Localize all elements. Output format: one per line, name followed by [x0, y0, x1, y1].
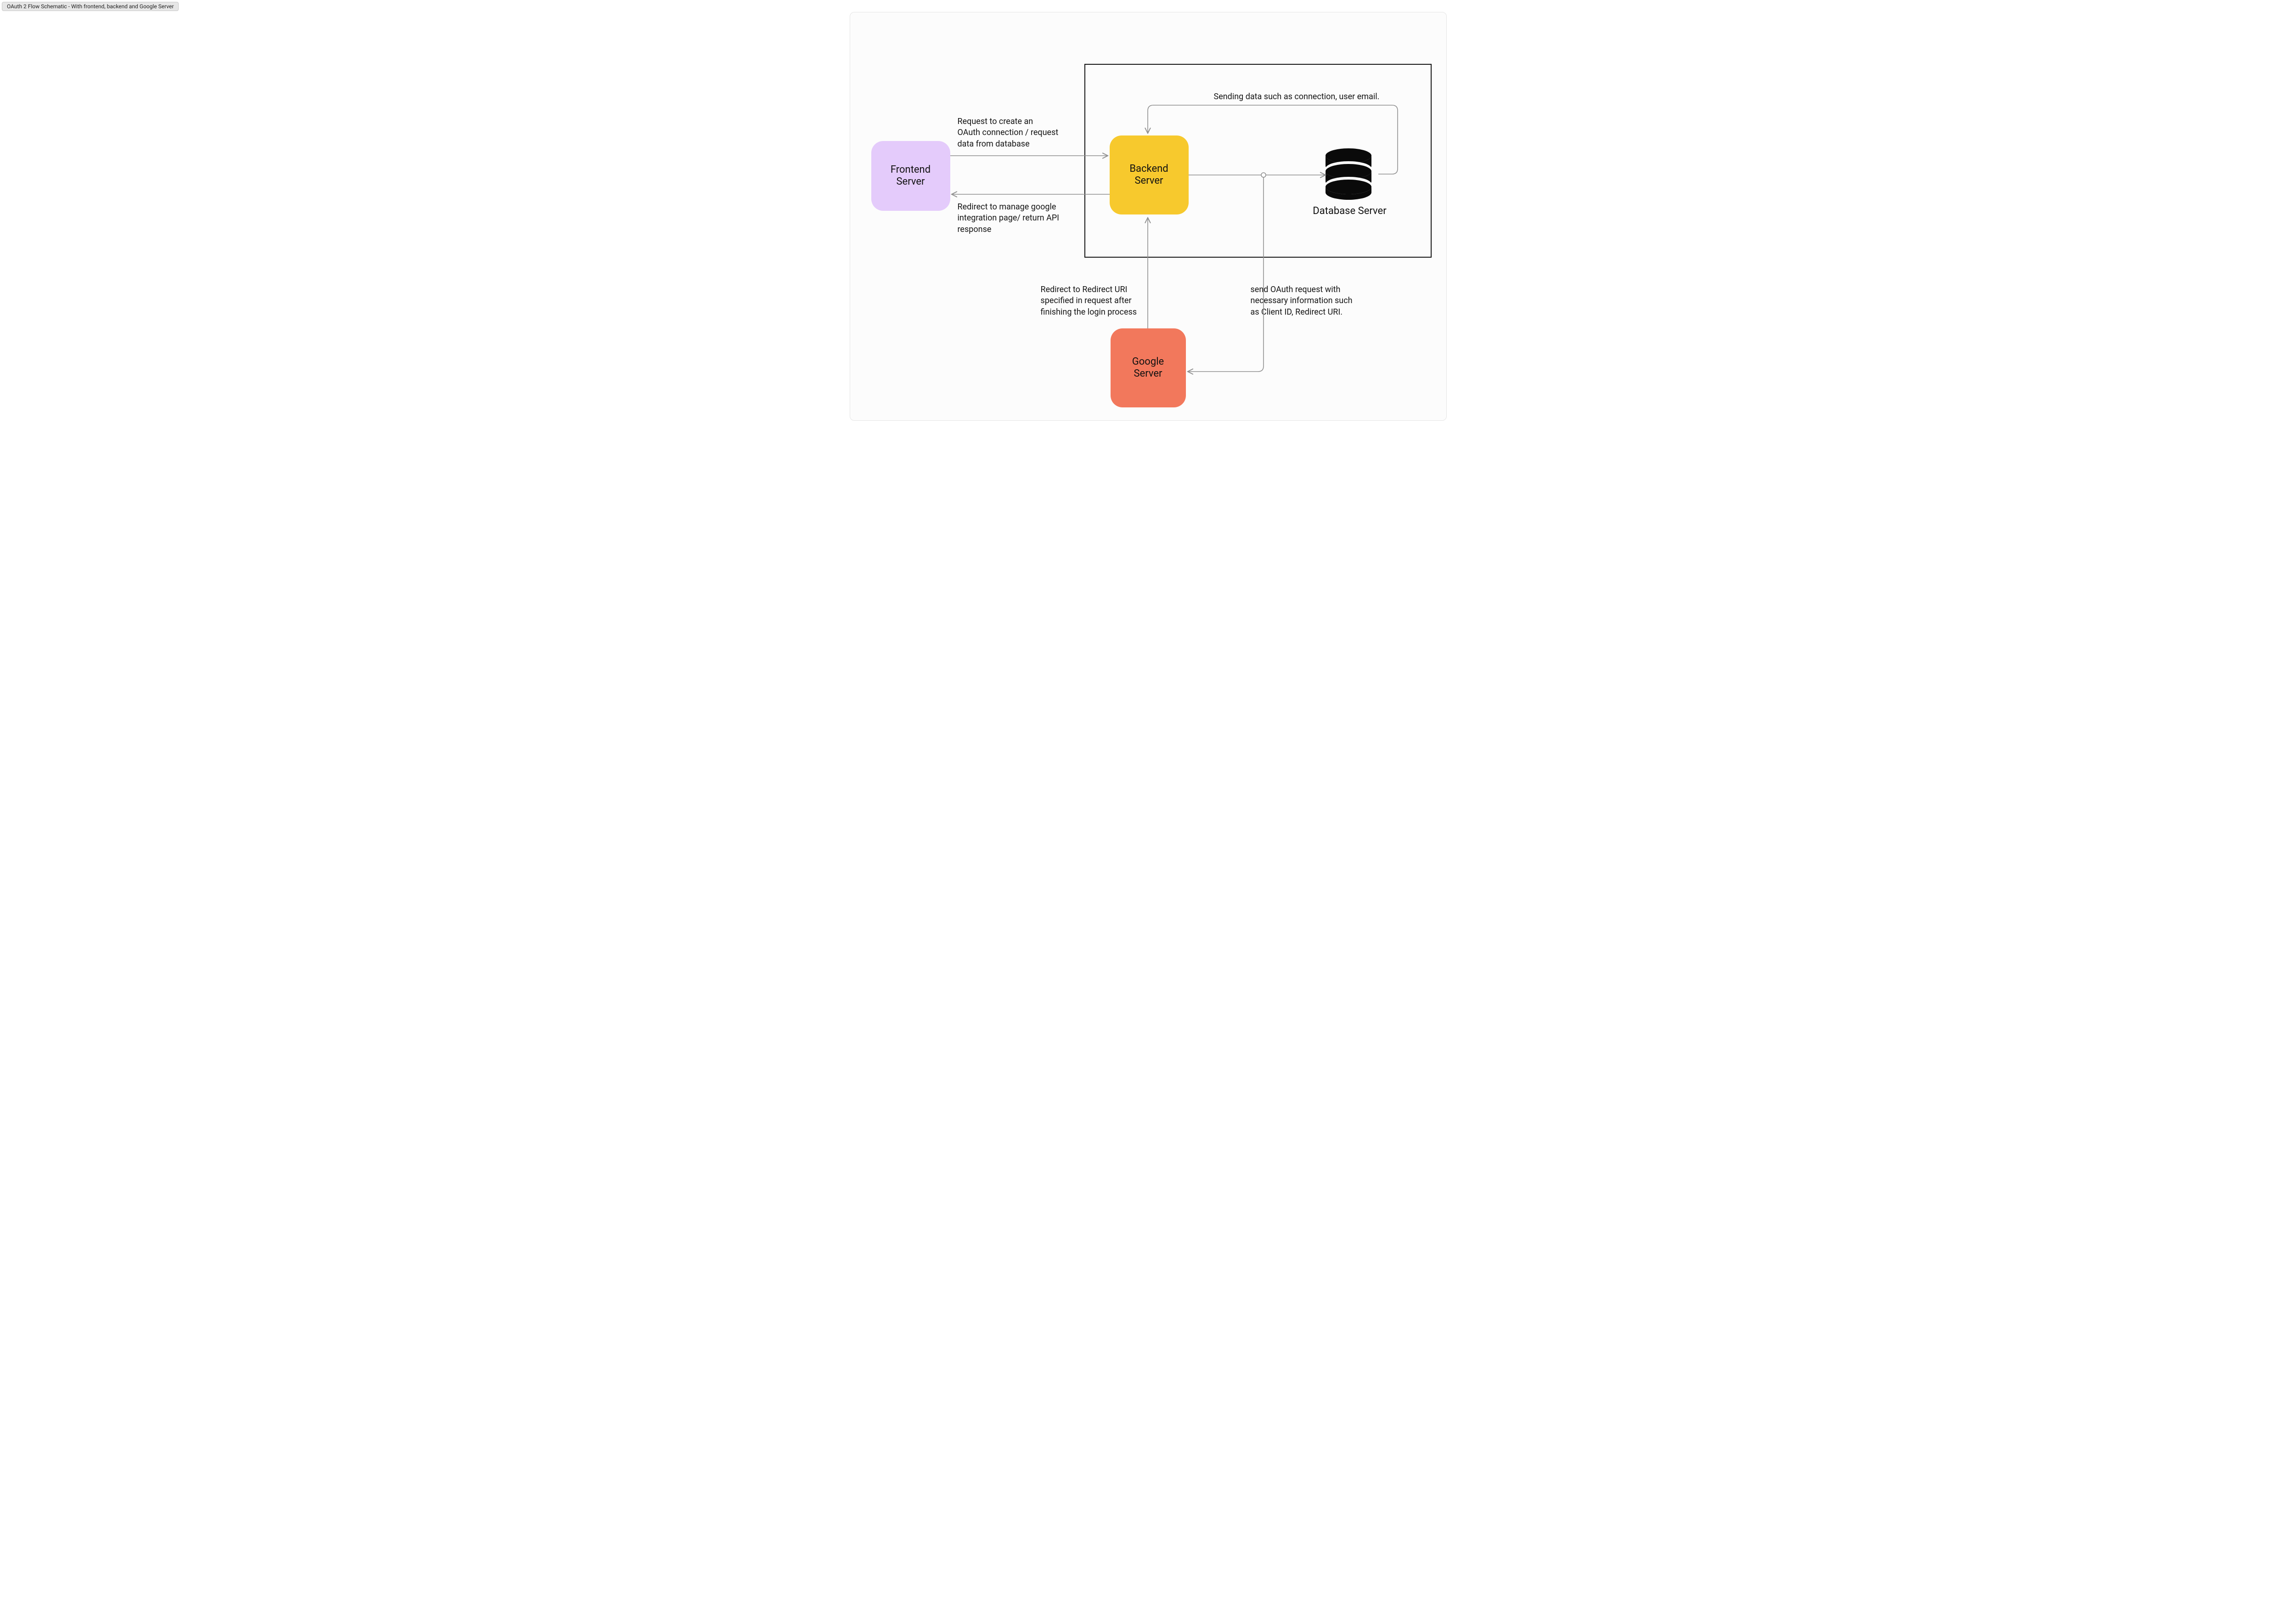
label-redirect-manage: Redirect to manage google integration pa… — [958, 202, 1086, 235]
node-frontend: Frontend Server — [871, 141, 950, 211]
label-sending-data: Sending data such as connection, user em… — [1214, 91, 1402, 102]
diagram-title: OAuth 2 Flow Schematic - With frontend, … — [2, 2, 179, 11]
node-google: Google Server — [1111, 328, 1186, 407]
node-backend: Backend Server — [1110, 135, 1189, 214]
label-redirect-uri: Redirect to Redirect URI specified in re… — [1041, 284, 1169, 318]
label-send-oauth: send OAuth request with necessary inform… — [1251, 284, 1379, 318]
node-database-label: Database Server — [1309, 205, 1391, 217]
database-icon — [1319, 148, 1378, 202]
label-request-create: Request to create an OAuth connection / … — [958, 116, 1086, 150]
diagram-canvas: Frontend Server Backend Server Google Se… — [850, 12, 1447, 421]
